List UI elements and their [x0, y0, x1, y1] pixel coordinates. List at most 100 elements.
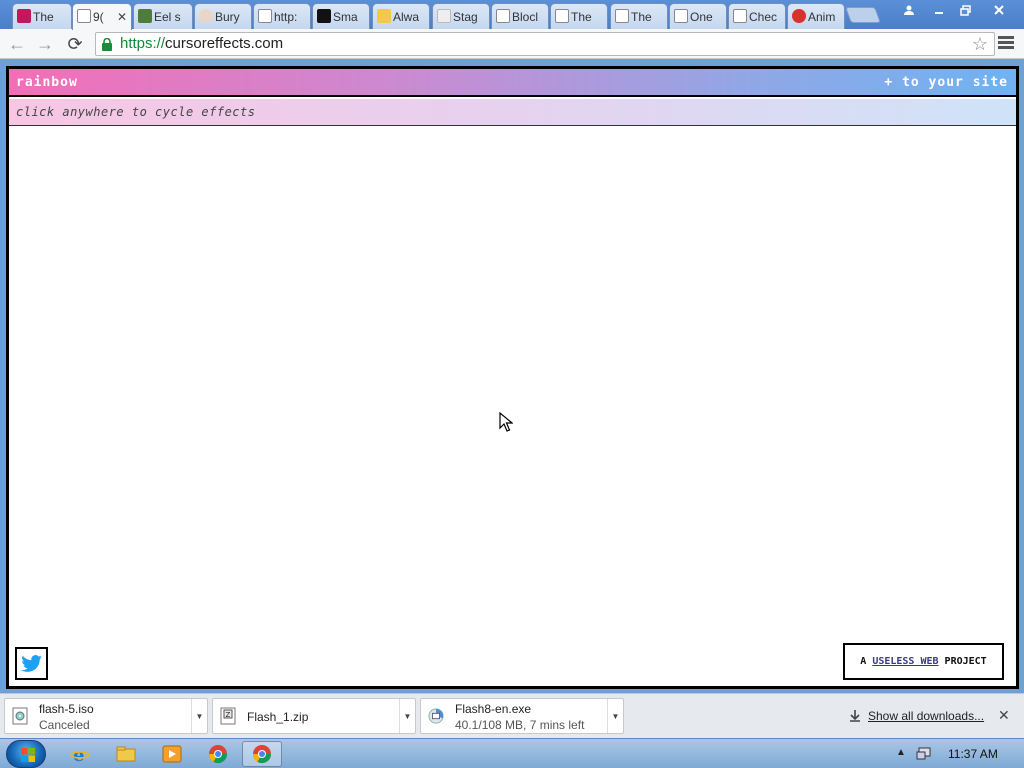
url-host: cursoreffects.com [165, 35, 284, 52]
tab-active[interactable]: 9( ✕ [72, 3, 132, 30]
favicon-icon [317, 9, 331, 23]
tab-label: 9( [93, 10, 104, 24]
internet-explorer-icon[interactable]: e [60, 741, 100, 767]
restore-icon[interactable] [952, 0, 978, 20]
download-status: Canceled [39, 718, 90, 732]
windows-logo-icon [21, 748, 35, 762]
useless-web-badge[interactable]: A USELESS WEB PROJECT [843, 643, 1004, 680]
svg-text:e: e [73, 745, 84, 764]
windows-taskbar: e ▲ 11:37 AM [0, 738, 1024, 768]
url-scheme: https:// [120, 35, 166, 52]
page-icon [77, 9, 91, 23]
header-bar: rainbow + to your site [9, 69, 1016, 97]
footer-suffix: PROJECT [944, 656, 987, 667]
zip-file-icon: Z [220, 707, 236, 725]
favicon-icon [199, 9, 213, 23]
download-status: 40.1/108 MB, 7 mins left [455, 718, 585, 732]
tab-label: The [571, 9, 592, 24]
address-bar[interactable]: https://cursoreffects.com ☆ [95, 32, 995, 56]
tab-label: The [631, 9, 652, 24]
tab-label: Bury [215, 9, 240, 24]
download-item[interactable]: flash-5.iso Canceled ▼ [4, 698, 208, 734]
show-hidden-icons-icon[interactable]: ▲ [896, 747, 906, 758]
tab-4[interactable]: http: [253, 3, 311, 29]
tab-label: Eel s [154, 9, 181, 24]
new-tab-button[interactable] [845, 7, 881, 23]
back-icon[interactable]: ← [6, 33, 28, 55]
page-icon [258, 9, 272, 23]
twitter-icon [20, 654, 42, 672]
close-shelf-icon[interactable]: ✕ [998, 707, 1010, 724]
effect-name: rainbow [16, 75, 78, 90]
reload-icon[interactable]: ⟳ [64, 33, 86, 55]
tab-label: Sma [333, 9, 358, 24]
twitter-button[interactable] [15, 647, 48, 680]
tab-8[interactable]: Blocl [491, 3, 549, 29]
page-canvas[interactable]: rainbow + to your site click anywhere to… [6, 66, 1019, 689]
download-icon [850, 710, 860, 722]
tab-label: The [33, 9, 54, 24]
add-to-site-link[interactable]: + to your site [884, 75, 1008, 90]
favicon-icon [138, 9, 152, 23]
page-icon [555, 9, 569, 23]
tab-label: Blocl [512, 9, 539, 24]
user-icon[interactable] [896, 0, 922, 20]
file-explorer-icon[interactable] [106, 741, 146, 767]
download-item[interactable]: Flash8-en.exe 40.1/108 MB, 7 mins left ▼ [420, 698, 624, 734]
tab-0[interactable]: The [12, 3, 72, 29]
tab-13[interactable]: Anim [787, 3, 845, 29]
url-text: https://cursoreffects.com [120, 35, 283, 52]
tab-10[interactable]: The [610, 3, 668, 29]
tab-label: One [690, 9, 713, 24]
page-icon [674, 9, 688, 23]
tab-strip: The 9( ✕ Eel s Bury http: Sma Alwa Stag … [0, 0, 1024, 30]
page-icon [496, 9, 510, 23]
svg-text:Z: Z [226, 711, 231, 719]
download-item[interactable]: Z Flash_1.zip ▼ [212, 698, 416, 734]
download-menu-chevron-icon[interactable]: ▼ [191, 699, 207, 733]
lock-icon [102, 38, 112, 51]
chrome-icon[interactable] [198, 741, 238, 767]
tab-close-icon[interactable]: ✕ [114, 10, 127, 24]
footer-prefix: A [860, 656, 867, 667]
hint-text: click anywhere to cycle effects [16, 105, 256, 119]
tab-3[interactable]: Bury [194, 3, 252, 29]
system-clock[interactable]: 11:37 AM [948, 747, 998, 761]
page-icon [733, 9, 747, 23]
favicon-icon [377, 9, 391, 23]
download-menu-chevron-icon[interactable]: ▼ [607, 699, 623, 733]
media-player-icon[interactable] [152, 741, 192, 767]
show-all-downloads-link[interactable]: Show all downloads... [868, 709, 984, 723]
tab-label: Alwa [393, 9, 420, 24]
minimize-icon[interactable] [926, 0, 952, 20]
tab-7[interactable]: Stag [432, 3, 490, 29]
useless-web-link[interactable]: USELESS WEB [872, 656, 938, 667]
tab-label: http: [274, 9, 298, 24]
tab-6[interactable]: Alwa [372, 3, 430, 29]
bookmark-star-icon[interactable]: ☆ [972, 34, 988, 55]
favicon-icon [437, 9, 451, 23]
close-window-icon[interactable] [986, 0, 1012, 20]
forward-icon[interactable]: → [34, 33, 56, 55]
page-icon [615, 9, 629, 23]
tab-9[interactable]: The [550, 3, 608, 29]
flash-icon [792, 9, 806, 23]
download-filename: flash-5.iso [39, 702, 94, 716]
download-filename: Flash8-en.exe [455, 702, 532, 716]
tab-12[interactable]: Chec [728, 3, 786, 29]
tab-label: Stag [453, 9, 478, 24]
network-icon[interactable] [916, 746, 932, 762]
hint-bar: click anywhere to cycle effects [9, 99, 1016, 126]
tab-11[interactable]: One [669, 3, 727, 29]
chrome-active-window-icon[interactable] [242, 741, 282, 767]
browser-toolbar: ← → ⟳ https://cursoreffects.com ☆ [0, 29, 1024, 59]
download-menu-chevron-icon[interactable]: ▼ [399, 699, 415, 733]
start-button[interactable] [6, 740, 46, 768]
tab-label: Anim [808, 9, 836, 24]
mouse-cursor-icon [499, 411, 514, 435]
disc-image-file-icon [12, 707, 28, 725]
tab-5[interactable]: Sma [312, 3, 370, 29]
menu-icon[interactable] [998, 36, 1014, 50]
download-shelf: flash-5.iso Canceled ▼ Z Flash_1.zip ▼ F… [0, 693, 1024, 738]
tab-2[interactable]: Eel s [133, 3, 193, 29]
